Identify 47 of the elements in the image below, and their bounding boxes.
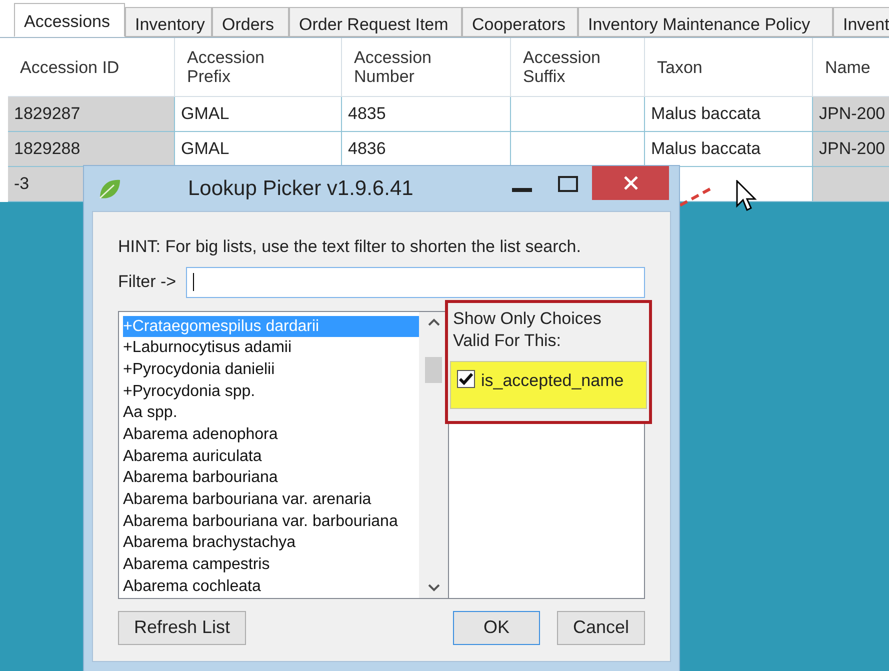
hint-text: HINT: For big lists, use the text filter to shorten the list search.	[118, 236, 582, 258]
list-item[interactable]: Abarema barbouriana var. barbouriana	[123, 510, 419, 532]
checkbox[interactable]	[457, 370, 475, 388]
close-icon	[624, 176, 638, 190]
scroll-thumb[interactable]	[425, 356, 442, 382]
maximize-icon[interactable]	[558, 176, 578, 192]
list-item[interactable]: +Laburnocytisus adamii	[123, 337, 419, 359]
list-item[interactable]: Abarema cochleata	[123, 576, 419, 598]
tab[interactable]: Inventory Maintenance Policy	[578, 7, 833, 37]
window-title: Lookup Picker v1.9.6.41	[188, 176, 414, 202]
table-cell: 4835	[342, 97, 511, 132]
filter-field[interactable]	[186, 266, 645, 298]
list-item[interactable]: Abarema barbouriana	[123, 467, 419, 489]
tab[interactable]: Orders	[212, 7, 289, 37]
check-icon	[459, 372, 473, 384]
table-cell: JPN-200	[813, 97, 889, 132]
minimize-icon[interactable]	[512, 188, 532, 194]
table-cell: GMAL	[175, 97, 342, 132]
dialog-button[interactable]: Refresh List	[118, 610, 246, 644]
list-item[interactable]: Abarema adenophora	[123, 424, 419, 446]
filter-heading: Show Only Choices Valid For This:	[452, 308, 602, 352]
table-cell: 1829288	[8, 132, 175, 167]
cursor-icon	[736, 180, 758, 212]
scroll-down-icon[interactable]	[428, 584, 440, 592]
close-button[interactable]	[592, 166, 669, 200]
taxon-listbox[interactable]	[118, 310, 449, 598]
tab[interactable]: Order Request Item	[289, 7, 462, 37]
tab[interactable]: Inventory	[125, 7, 212, 37]
list-item[interactable]: Abarema auriculata	[123, 446, 419, 468]
tab[interactable]: Cooperators	[462, 7, 578, 37]
tab[interactable]: Invent	[833, 7, 889, 37]
list-item[interactable]: +Pyrocydonia spp.	[123, 380, 419, 402]
list-item[interactable]: Aa spp.	[123, 402, 419, 424]
dialog-button[interactable]: OK	[453, 610, 540, 644]
table-cell: 1829287	[8, 97, 175, 132]
list-item[interactable]: +Pyrocydonia danielii	[123, 358, 419, 381]
filter-label: Filter ->	[118, 271, 176, 294]
list-item[interactable]: Abarema brachystachya	[123, 532, 419, 554]
checkbox-label: is_accepted_name	[481, 370, 624, 392]
scroll-up-icon[interactable]	[428, 318, 440, 326]
scrollbar[interactable]	[419, 312, 448, 598]
list-item[interactable]: Abarema barbouriana var. arenaria	[123, 489, 419, 511]
table-cell: Malus baccata	[645, 97, 813, 132]
list-item[interactable]: Abarema campestris	[123, 554, 419, 576]
tab[interactable]: Accessions	[14, 3, 125, 37]
table-cell: JPN-200	[813, 132, 889, 167]
dialog-button[interactable]: Cancel	[557, 610, 645, 644]
